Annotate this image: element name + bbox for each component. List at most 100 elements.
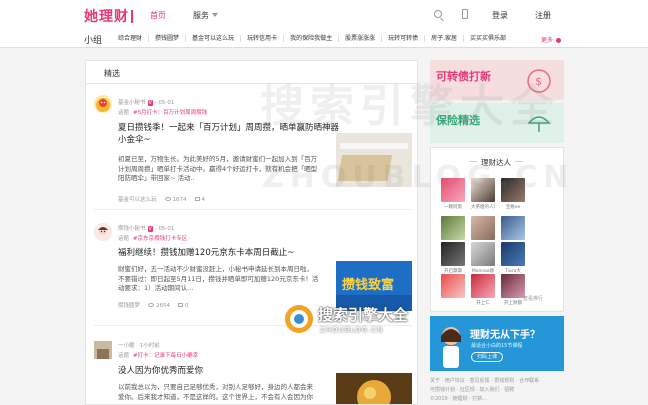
group-item[interactable]: 攒钱圆梦 — [148, 35, 185, 42]
group-item[interactable]: 综合理财 — [114, 35, 148, 42]
group-item[interactable]: 我的保险我做主 — [283, 35, 338, 42]
talent-item[interactable]: 开上仁 — [471, 274, 495, 306]
footer-links: 关于 · 用户协议 · 意见反馈 · 攒钱规则 · 合作联系 可攒钱计划 · 社… — [430, 377, 570, 404]
topic-prefix: 话题 — [118, 353, 130, 359]
group-item[interactable]: 玩转信用卡 — [240, 35, 283, 42]
post-date: 05-01 — [158, 100, 175, 106]
talent-item[interactable]: 开启飘飘 — [441, 242, 465, 274]
footer-line: ©2019 · 她理财 · 打新... — [430, 396, 488, 402]
search-icon[interactable] — [434, 10, 442, 18]
promo-button[interactable]: 扫码上课 — [471, 352, 503, 362]
verified-badge: V — [147, 226, 153, 232]
post-author: 攒钱小秘书 V · 05-01 — [118, 226, 175, 232]
talent-item[interactable] — [441, 274, 465, 300]
post-thumbnail[interactable] — [336, 373, 412, 404]
talent-item[interactable] — [441, 216, 465, 242]
post-title[interactable]: 福利继续！攒钱加赠120元京东卡本周日截止~ — [118, 247, 408, 259]
summary-line: 不要错过：即日起至5月11日，攒钱并晒单即可加赠120元京东卡！活 — [118, 274, 319, 283]
group-item[interactable]: 买买买俱乐部 — [463, 35, 512, 42]
avatar[interactable] — [94, 95, 112, 113]
post-summary: 以前我总以为，只要自己足够优秀，对别人足够好，身边的人都会来 爱你。后来我才知道… — [118, 383, 338, 402]
comment-icon — [194, 197, 200, 201]
post-summary: 财蜜们好，五一活动不少财蜜没赶上，小秘书申请延长到本周日啦， 不要错过：即日起至… — [118, 265, 338, 294]
register-link[interactable]: 注册 — [535, 10, 551, 21]
site-logo[interactable]: 她理财 — [84, 6, 133, 26]
talent-name: 宝格ee — [505, 205, 521, 210]
post-topic: 话题 #京东京攒钱打卡专区 — [118, 234, 187, 242]
girl-illustration-icon — [441, 327, 461, 368]
post-divider — [94, 209, 412, 210]
eye-icon — [164, 197, 171, 201]
talent-avatar — [471, 274, 495, 298]
post-group[interactable]: 基金可以这么玩 — [118, 197, 157, 203]
summary-line: 财蜜们好，五一活动不少财蜜没赶上，小秘书申请延长到本周日啦， — [118, 265, 313, 273]
footer-line[interactable]: 可攒钱计划 · 社区规 · 加入我们 · 招聘 — [430, 386, 570, 395]
group-item[interactable]: 基金可以这么玩 — [185, 35, 240, 42]
watermark-text: 搜索引擎大全 — [260, 81, 560, 132]
talent-item[interactable]: Monnaa刚 — [471, 242, 495, 274]
talent-item[interactable]: 开上财都 — [501, 274, 525, 306]
post-topic: 话题 #5月打卡：百万计划周周攒钱 — [118, 108, 207, 116]
course-promo-banner[interactable]: 理财无从下手？ 最适合小白的15节课程 扫码上课 — [430, 316, 564, 371]
talent-avatar — [501, 216, 525, 240]
watermark-logo-sub: ZHOUBLOG.CN — [320, 326, 384, 334]
mobile-icon[interactable] — [462, 9, 468, 19]
talent-avatar — [441, 242, 465, 266]
feed-post[interactable]: 一小暖 · 1小时前 话题 #打卡：记录下每日小确幸 没人因为你优秀而爱你 以前我… — [86, 333, 417, 404]
author-name[interactable]: 基金小秘书 — [118, 100, 146, 106]
post-footer: 基金可以这么玩 1674 4 — [118, 195, 205, 203]
post-date: 1小时前 — [139, 343, 160, 349]
comment-icon — [178, 303, 184, 307]
talent-avatar — [501, 242, 525, 266]
group-nav-items: 综合理财 攒钱圆梦 基金可以这么玩 玩转信用卡 我的保险我做主 股票涨涨涨 玩转… — [114, 35, 512, 42]
watermark-logo: 搜索引擎大全 ZHOUBLOG.CN — [284, 300, 408, 342]
talent-avatar — [471, 242, 495, 266]
talent-name: 开上仁 — [476, 301, 490, 306]
summary-line: 以前我总以为，只要自己足够优秀，对别人足够好，身边的人都会来 — [118, 383, 313, 391]
view-count: 2654 — [156, 303, 171, 309]
promo-subtitle: 最适合小白的15节课程 — [471, 343, 523, 349]
verified-badge: V — [147, 100, 153, 106]
topic-tag[interactable]: #京东京攒钱打卡专区 — [133, 236, 187, 242]
talent-item[interactable] — [501, 216, 525, 242]
topic-tag[interactable]: #打卡：记录下每日小确幸 — [133, 353, 198, 359]
talent-avatar — [471, 216, 495, 240]
summary-line: 爱你。后来我才知道，不是这样的。这个世界上，不会有人会因为你 — [118, 392, 313, 401]
group-nav-more[interactable]: 更多 — [541, 35, 561, 44]
avatar[interactable] — [94, 223, 112, 241]
eye-icon — [148, 303, 155, 307]
login-link[interactable]: 登录 — [492, 10, 508, 21]
post-author: 一小暖 · 1小时前 — [118, 343, 160, 349]
topic-tag[interactable]: #5月打卡：百万计划周周攒钱 — [133, 110, 207, 116]
nav-home[interactable]: 首页 — [150, 10, 166, 21]
promo-title: 理财无从下手？ — [470, 330, 540, 341]
talent-ranking-link[interactable]: 查看排行 — [523, 295, 543, 302]
post-date: 05-01 — [158, 226, 175, 232]
chevron-down-icon — [212, 13, 218, 17]
group-nav: 小组 综合理财 攒钱圆梦 基金可以这么玩 玩转信用卡 我的保险我做主 股票涨涨涨… — [0, 30, 648, 48]
talent-name: 大茶姐的人达 — [471, 205, 495, 210]
group-nav-title: 小组 — [84, 36, 103, 46]
post-title[interactable]: 没人因为你优秀而爱你 — [118, 365, 318, 377]
group-item[interactable]: 玩转可转债 — [381, 35, 424, 42]
post-group[interactable]: 攒钱圆梦 — [118, 303, 140, 309]
nav-service[interactable]: 服务 — [193, 10, 218, 21]
more-icon — [555, 38, 561, 43]
footer-line[interactable]: 关于 · 用户协议 · 意见反馈 · 攒钱规则 · 合作联系 — [430, 377, 570, 386]
author-name[interactable]: 一小暖 — [118, 343, 135, 349]
watermark-url: ZHOUBLOG.CN — [262, 160, 575, 195]
summary-line: 动要求：1）活动期间认... — [118, 284, 194, 292]
group-item[interactable]: 房子.家居 — [424, 35, 463, 42]
tab-featured[interactable]: 精选 — [104, 68, 120, 79]
talent-name: 开上财都 — [504, 301, 522, 306]
post-footer: 攒钱圆梦 2654 0 — [118, 301, 189, 309]
comment-count: 0 — [185, 303, 189, 309]
talent-item[interactable]: Tiara大 — [501, 242, 525, 274]
group-item[interactable]: 股票涨涨涨 — [338, 35, 381, 42]
author-name[interactable]: 攒钱小秘书 — [118, 226, 146, 232]
post-title-line: 福利继续！攒钱加赠120元京东卡本周日截止~ — [118, 248, 295, 258]
avatar[interactable] — [94, 341, 112, 359]
talent-item[interactable] — [471, 216, 495, 242]
comment-count: 4 — [201, 197, 206, 203]
ad-text: 攒钱致富 — [342, 278, 395, 293]
